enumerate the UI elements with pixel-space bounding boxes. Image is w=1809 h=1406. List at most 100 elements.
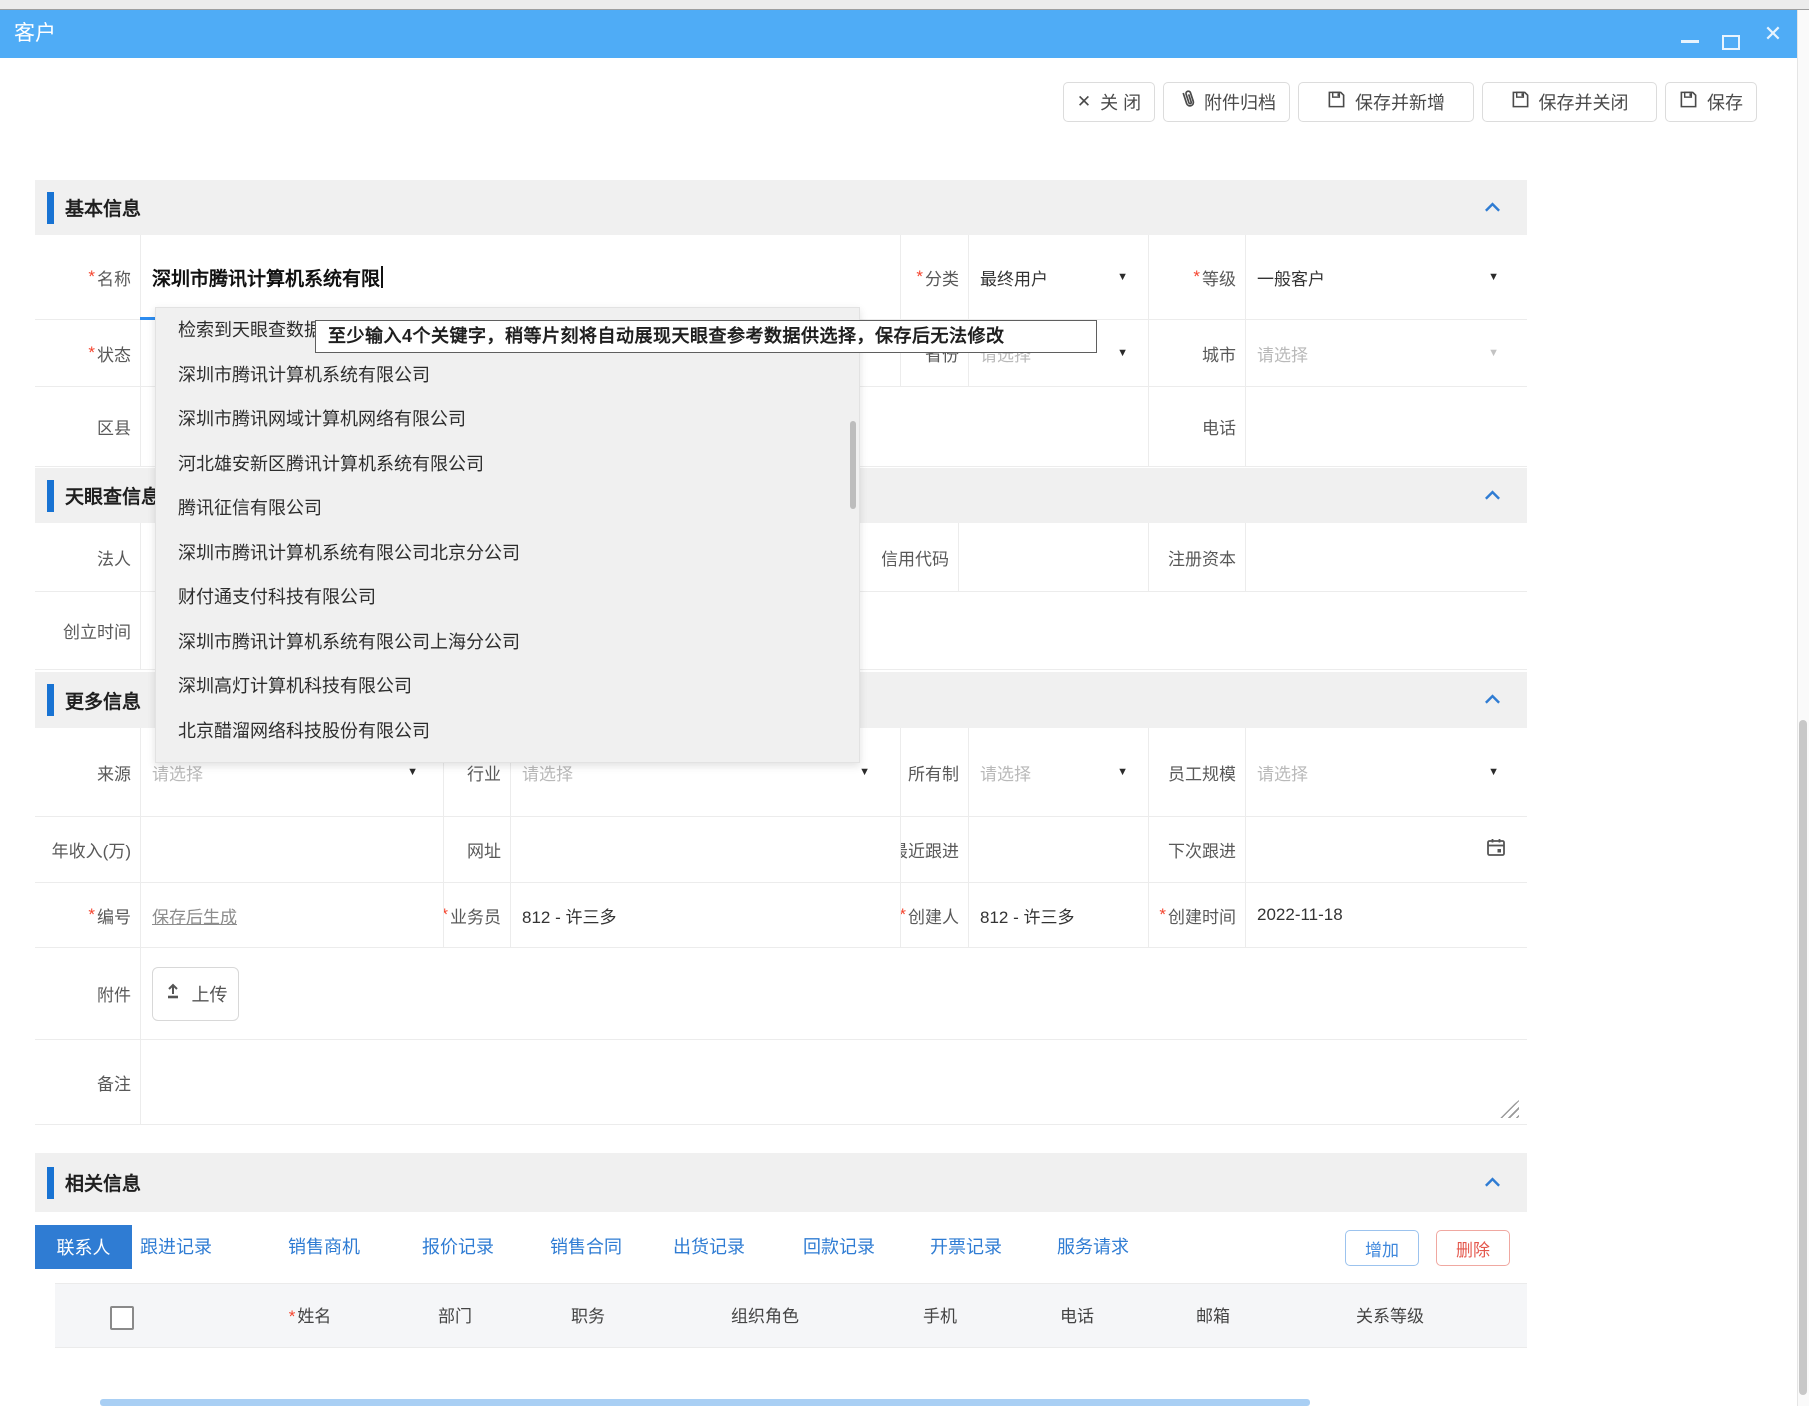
col-department: 部门 xyxy=(438,1284,472,1349)
tab-sales-contracts[interactable]: 销售合同 xyxy=(550,1225,622,1269)
save-button[interactable]: 保存 xyxy=(1665,82,1757,122)
chevron-down-icon: ▼ xyxy=(1117,766,1128,778)
section-more-title: 更多信息 xyxy=(65,672,141,728)
website-input[interactable] xyxy=(510,817,900,882)
source-label: 来源 xyxy=(35,728,140,816)
maximize-icon[interactable] xyxy=(1716,10,1746,58)
annual-income-label: 年收入(万) xyxy=(35,817,140,882)
registered-capital-input[interactable] xyxy=(1245,523,1527,591)
attachment-archive-button[interactable]: 附件归档 xyxy=(1163,82,1290,122)
tianyancha-suggest-item[interactable]: 深圳市腾讯计算机系统有限公司上海分公司 xyxy=(156,620,859,665)
chevron-down-icon: ▼ xyxy=(1488,347,1499,359)
add-button[interactable]: 增加 xyxy=(1345,1230,1419,1266)
resize-handle[interactable] xyxy=(1497,1100,1519,1118)
attachment-area: 上传 xyxy=(140,948,1527,1039)
chevron-down-icon: ▼ xyxy=(1117,347,1128,359)
tianyancha-suggest-item[interactable]: 深圳市腾讯网域计算机网络有限公司 xyxy=(156,397,859,442)
minimize-icon[interactable] xyxy=(1676,10,1706,58)
row-annual-income: 年收入(万) 网址 最近跟进 下次跟进 xyxy=(35,817,1527,883)
credit-code-input[interactable] xyxy=(958,523,1148,591)
save-and-close-button[interactable]: 保存并关闭 xyxy=(1482,82,1657,122)
col-position: 职务 xyxy=(571,1284,605,1349)
website-label: 网址 xyxy=(443,817,510,882)
section-accent-bar xyxy=(47,192,54,224)
window-titlebar: 客户 ✕ xyxy=(0,10,1809,58)
col-mobile: 手机 xyxy=(923,1284,957,1349)
salesman-label: *业务员 xyxy=(443,883,510,947)
recent-followup-input[interactable] xyxy=(968,817,1148,882)
tab-service-requests[interactable]: 服务请求 xyxy=(1057,1225,1129,1269)
close-icon[interactable]: ✕ xyxy=(1756,10,1790,58)
recent-followup-label: 最近跟进 xyxy=(900,817,968,882)
tianyancha-tooltip: 至少输入4个关键字，稍等片刻将自动展现天眼查参考数据供选择，保存后无法修改 xyxy=(315,320,1097,353)
section-tyc-title: 天眼查信息 xyxy=(65,468,160,523)
window-top-strip xyxy=(0,0,1809,10)
delete-button[interactable]: 删除 xyxy=(1436,1230,1510,1266)
upload-icon xyxy=(164,982,182,1005)
ownership-label: 所有制 xyxy=(900,728,968,816)
legal-person-label: 法人 xyxy=(35,523,140,591)
tab-followup-records[interactable]: 跟进记录 xyxy=(140,1225,212,1269)
creator-label: *创建人 xyxy=(900,883,968,947)
select-all-checkbox[interactable] xyxy=(110,1306,134,1330)
tianyancha-suggest-item[interactable]: 深圳市腾讯计算机系统有限公司北京分公司 xyxy=(156,531,859,576)
upload-button[interactable]: 上传 xyxy=(152,967,239,1021)
vertical-scrollbar-thumb[interactable] xyxy=(1799,720,1807,1395)
close-button[interactable]: ✕ 关 闭 xyxy=(1063,82,1155,122)
number-value: 保存后生成 xyxy=(140,883,443,947)
floppy-icon xyxy=(1679,90,1698,114)
tianyancha-suggest-item[interactable]: 深圳高灯计算机科技有限公司 xyxy=(156,664,859,709)
customer-window: 客户 ✕ ✕ 关 闭 附件归档 保存并新增 保存并关闭 保存 基本信息 *名称 … xyxy=(0,0,1809,1406)
collapse-chevron-icon[interactable] xyxy=(1484,1175,1501,1189)
tab-payment-records[interactable]: 回款记录 xyxy=(803,1225,875,1269)
collapse-chevron-icon[interactable] xyxy=(1484,692,1501,706)
floppy-icon xyxy=(1511,90,1530,114)
chevron-down-icon: ▼ xyxy=(1488,766,1499,778)
section-accent-bar xyxy=(47,684,54,716)
floppy-icon xyxy=(1327,90,1346,114)
section-basic-title: 基本信息 xyxy=(65,180,141,235)
remark-textarea[interactable] xyxy=(140,1040,1527,1124)
collapse-chevron-icon[interactable] xyxy=(1484,488,1501,502)
annual-income-input[interactable] xyxy=(140,817,443,882)
credit-code-label: 信用代码 xyxy=(882,523,958,591)
collapse-chevron-icon[interactable] xyxy=(1484,200,1501,214)
calendar-icon[interactable] xyxy=(1485,836,1507,863)
tab-invoice-records[interactable]: 开票记录 xyxy=(930,1225,1002,1269)
ownership-select[interactable]: 请选择▼ xyxy=(968,728,1148,816)
paperclip-icon xyxy=(1177,90,1195,115)
dropdown-scrollbar-thumb[interactable] xyxy=(850,421,856,509)
tab-quote-records[interactable]: 报价记录 xyxy=(422,1225,494,1269)
create-time-label: *创建时间 xyxy=(1148,883,1245,947)
category-select[interactable]: 最终用户▼ xyxy=(968,235,1148,319)
tianyancha-suggest-item[interactable]: 腾讯征信有限公司 xyxy=(156,486,859,531)
next-followup-input[interactable] xyxy=(1245,817,1527,882)
horizontal-scrollbar-thumb[interactable] xyxy=(100,1399,1310,1406)
phone-input[interactable] xyxy=(1245,387,1527,466)
section-basic-info: 基本信息 xyxy=(35,180,1527,235)
employee-scale-select[interactable]: 请选择▼ xyxy=(1245,728,1527,816)
district-label: 区县 xyxy=(35,387,140,466)
section-accent-bar xyxy=(47,1167,54,1199)
city-select[interactable]: 请选择▼ xyxy=(1245,320,1527,386)
tianyancha-suggest-item[interactable]: 深圳市腾讯计算机系统有限公司 xyxy=(156,353,859,398)
tianyancha-suggest-item[interactable]: 北京醋溜网络科技股份有限公司 xyxy=(156,709,859,754)
next-followup-label: 下次跟进 xyxy=(1148,817,1245,882)
tab-sales-opportunities[interactable]: 销售商机 xyxy=(288,1225,360,1269)
founded-time-label: 创立时间 xyxy=(35,592,140,669)
col-relationship-level: 关系等级 xyxy=(1356,1284,1424,1349)
chevron-down-icon: ▼ xyxy=(407,766,418,778)
salesman-value[interactable]: 812 - 许三多 xyxy=(510,883,900,947)
window-title: 客户 xyxy=(14,10,56,58)
tianyancha-suggest-item: 河北雄安新区腾讯计算机系统有限公司 xyxy=(156,442,859,487)
col-org-role: 组织角色 xyxy=(731,1284,799,1349)
section-related-info: 相关信息 xyxy=(35,1153,1527,1212)
save-and-new-button[interactable]: 保存并新增 xyxy=(1298,82,1474,122)
tianyancha-suggest-item[interactable]: 财付通支付科技有限公司 xyxy=(156,575,859,620)
tab-shipment-records[interactable]: 出货记录 xyxy=(673,1225,745,1269)
chevron-down-icon: ▼ xyxy=(1488,271,1499,283)
tab-contacts[interactable]: 联系人 xyxy=(35,1225,132,1269)
text-cursor xyxy=(381,266,383,288)
number-label: *编号 xyxy=(35,883,140,947)
grade-select[interactable]: 一般客户▼ xyxy=(1245,235,1527,319)
